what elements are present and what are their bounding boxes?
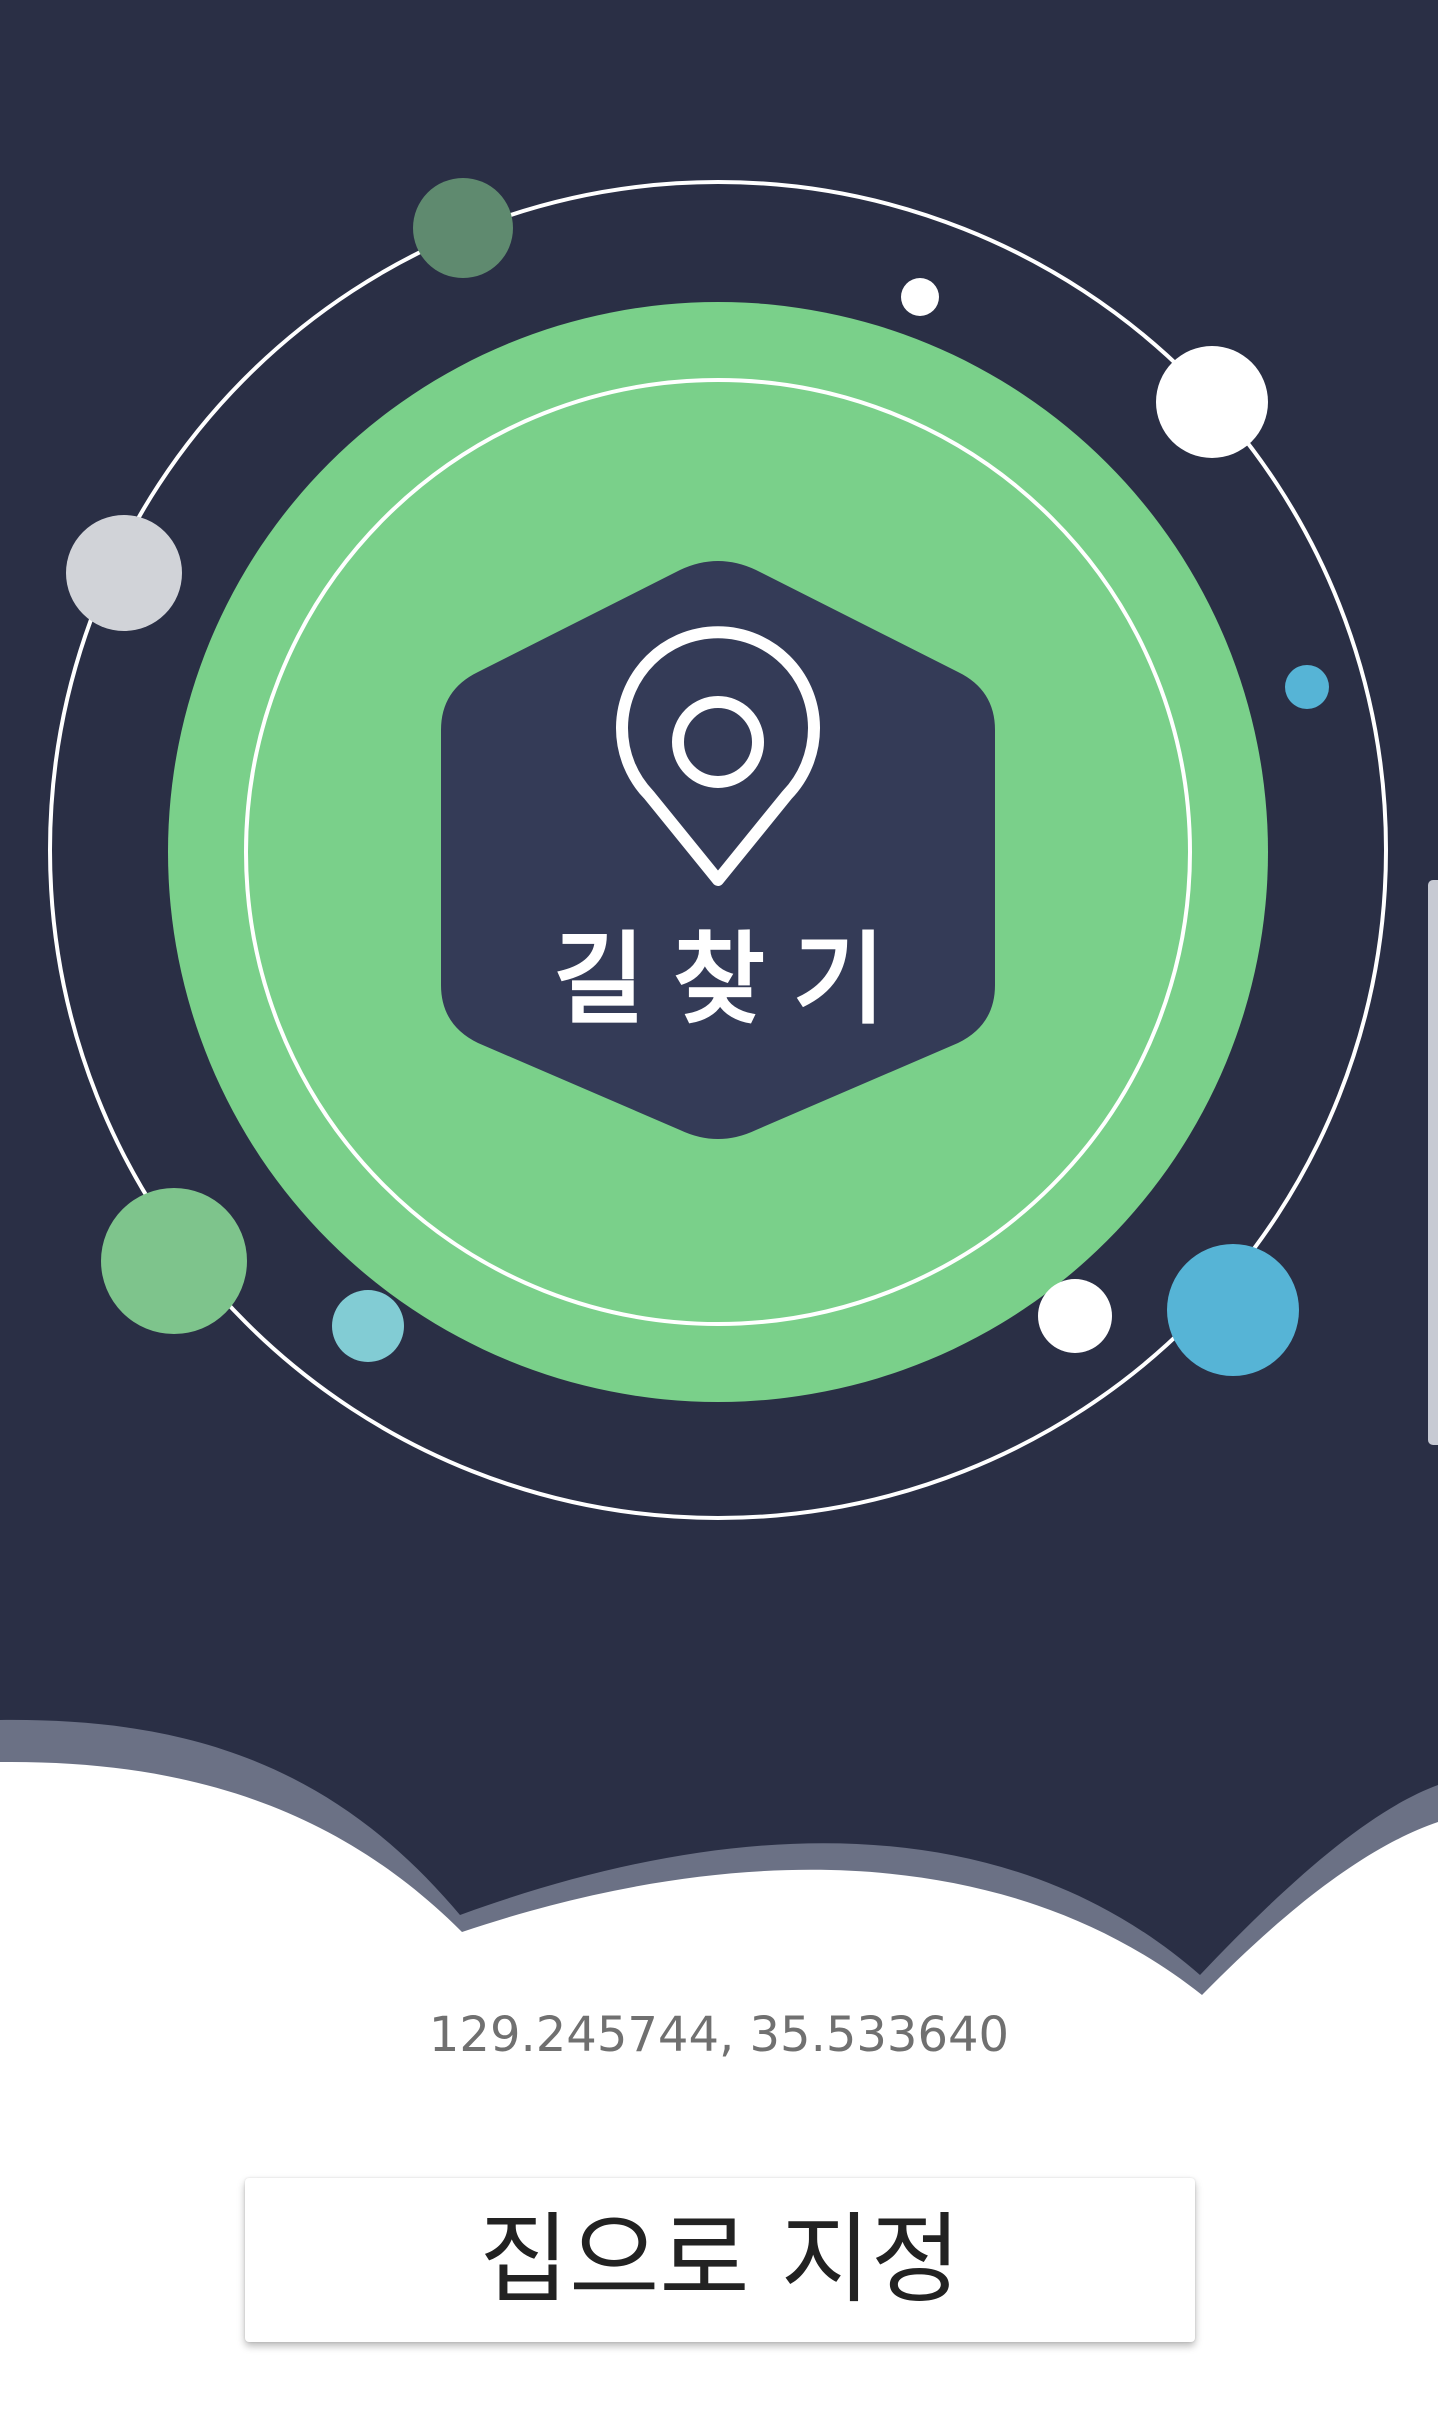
- planet-dot: [1038, 1279, 1112, 1353]
- planet-dot: [101, 1188, 247, 1334]
- planet-dot: [332, 1290, 404, 1362]
- scroll-indicator[interactable]: [1428, 880, 1438, 1445]
- app-screen: 길찾기 129.245744, 35.533640 집으로 지정: [0, 0, 1438, 2415]
- planet-dot: [1167, 1244, 1299, 1376]
- planet-dot: [1156, 346, 1268, 458]
- planet-dot: [1285, 665, 1329, 709]
- app-logo-label: 길찾기: [553, 920, 913, 1038]
- coordinates-text: 129.245744, 35.533640: [428, 2007, 1010, 2063]
- planet-dot: [66, 515, 182, 631]
- planet-dot: [901, 278, 939, 316]
- planet-dot: [413, 178, 513, 278]
- set-home-button[interactable]: 집으로 지정: [245, 2178, 1195, 2342]
